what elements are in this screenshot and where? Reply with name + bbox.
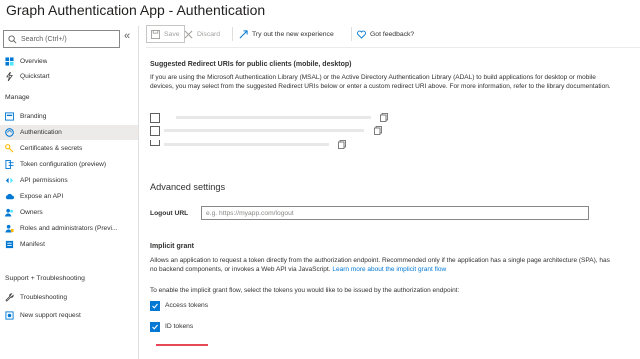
feedback-label: Got feedback? (370, 30, 415, 38)
rocket-icon (239, 29, 248, 38)
feedback-button[interactable]: Got feedback? (357, 25, 414, 43)
grid-icon (5, 57, 14, 66)
sidebar-item-branding[interactable]: Branding (0, 109, 138, 124)
implicit-grant-prompt: To enable the implicit grant flow, selec… (150, 287, 460, 294)
redirect-uri-row (150, 113, 430, 123)
sidebar: Search (Ctrl+/) « Overview Quickstart Ma… (0, 26, 139, 359)
checkmark-icon (152, 324, 158, 330)
sidebar-item-certificates[interactable]: Certificates & secrets (0, 141, 138, 156)
copy-icon[interactable] (374, 126, 382, 135)
try-label: Try out the new experience (252, 30, 334, 38)
save-label: Save (164, 30, 180, 38)
sidebar-item-overview[interactable]: Overview (0, 54, 138, 69)
redirect-uris-heading: Suggested Redirect URIs for public clien… (150, 61, 352, 68)
redacted-uri (164, 129, 364, 132)
copy-icon[interactable] (338, 140, 346, 149)
token-icon (5, 160, 14, 169)
redacted-uri (176, 116, 371, 119)
logout-url-input[interactable] (201, 206, 589, 220)
sidebar-item-quickstart[interactable]: Quickstart (0, 69, 138, 84)
implicit-grant-learn-more-link[interactable]: Learn more about the implicit grant flow (332, 266, 446, 273)
redirect-uris-description: If you are using the Microsoft Authentic… (150, 74, 611, 90)
sidebar-item-label: Roles and administrators (Previ... (20, 225, 118, 232)
redirect-uri-row (150, 126, 430, 136)
sidebar-item-label: Token configuration (preview) (20, 161, 107, 168)
save-button[interactable]: Save (146, 25, 185, 43)
copy-icon[interactable] (380, 113, 388, 122)
try-new-experience-button[interactable]: Try out the new experience (239, 25, 334, 43)
implicit-grant-heading: Implicit grant (150, 243, 194, 250)
highlight-underline (156, 344, 208, 346)
sidebar-item-label: Expose an API (20, 193, 64, 200)
sidebar-item-label: Troubleshooting (20, 294, 68, 301)
redirect-uri-checkbox[interactable] (150, 126, 160, 136)
toolbar: Save Discard Try out the new experience … (146, 25, 640, 43)
sidebar-item-label: New support request (20, 312, 81, 319)
advanced-settings-heading: Advanced settings (150, 182, 226, 192)
redirect-uri-row (150, 140, 430, 150)
search-box[interactable]: Search (Ctrl+/) (3, 30, 120, 48)
toolbar-divider (232, 27, 233, 41)
search-placeholder: Search (Ctrl+/) (21, 35, 67, 43)
close-icon (184, 30, 193, 38)
sidebar-item-label: Quickstart (20, 73, 50, 80)
sidebar-item-new-support-request[interactable]: New support request (0, 308, 138, 323)
id-tokens-label: ID tokens (165, 323, 194, 330)
discard-button[interactable]: Discard (184, 25, 220, 43)
redacted-uri (164, 143, 329, 146)
logout-url-label: Logout URL (150, 210, 189, 217)
collapse-sidebar-button[interactable]: « (124, 30, 130, 42)
support-icon (5, 311, 14, 320)
checkmark-icon (152, 303, 158, 309)
sidebar-item-roles-administrators[interactable]: Roles and administrators (Previ... (0, 221, 138, 236)
key-icon (5, 144, 14, 153)
owners-icon (5, 208, 14, 217)
sidebar-item-manifest[interactable]: Manifest (0, 237, 138, 252)
branding-icon (5, 112, 14, 121)
sidebar-item-token-configuration[interactable]: Token configuration (preview) (0, 157, 138, 172)
api-permissions-icon (5, 176, 14, 185)
heart-icon (357, 30, 366, 39)
sidebar-item-api-permissions[interactable]: API permissions (0, 173, 138, 188)
sidebar-item-label: Branding (20, 113, 47, 120)
sidebar-item-label: Owners (20, 209, 43, 216)
access-tokens-checkbox[interactable] (150, 301, 160, 311)
sidebar-item-troubleshooting[interactable]: Troubleshooting (0, 290, 138, 305)
access-tokens-label: Access tokens (165, 302, 209, 309)
page-title: Graph Authentication App - Authenticatio… (6, 2, 266, 18)
sidebar-item-expose-api[interactable]: Expose an API (0, 189, 138, 204)
auth-icon (5, 128, 14, 137)
discard-label: Discard (197, 30, 221, 38)
redirect-uri-checkbox[interactable] (150, 140, 160, 146)
sidebar-item-authentication[interactable]: Authentication (0, 125, 138, 140)
search-icon (8, 34, 17, 43)
id-tokens-checkbox[interactable] (150, 322, 160, 332)
wrench-icon (5, 293, 14, 302)
sidebar-item-label: API permissions (20, 177, 68, 184)
redirect-uri-checkbox[interactable] (150, 113, 160, 123)
lightning-icon (5, 72, 14, 81)
sidebar-item-owners[interactable]: Owners (0, 205, 138, 220)
cloud-icon (5, 192, 14, 201)
support-heading: Support + Troubleshooting (5, 275, 85, 282)
manifest-icon (5, 240, 14, 249)
sidebar-item-label: Overview (20, 58, 48, 65)
toolbar-separator (146, 47, 640, 48)
roles-icon (5, 224, 14, 233)
implicit-grant-description: Allows an application to request a token… (150, 256, 612, 274)
manage-heading: Manage (5, 94, 30, 101)
save-icon (151, 29, 160, 39)
sidebar-item-label: Manifest (20, 241, 45, 248)
toolbar-divider (351, 27, 352, 41)
sidebar-item-label: Authentication (20, 129, 62, 136)
sidebar-item-label: Certificates & secrets (20, 145, 83, 152)
